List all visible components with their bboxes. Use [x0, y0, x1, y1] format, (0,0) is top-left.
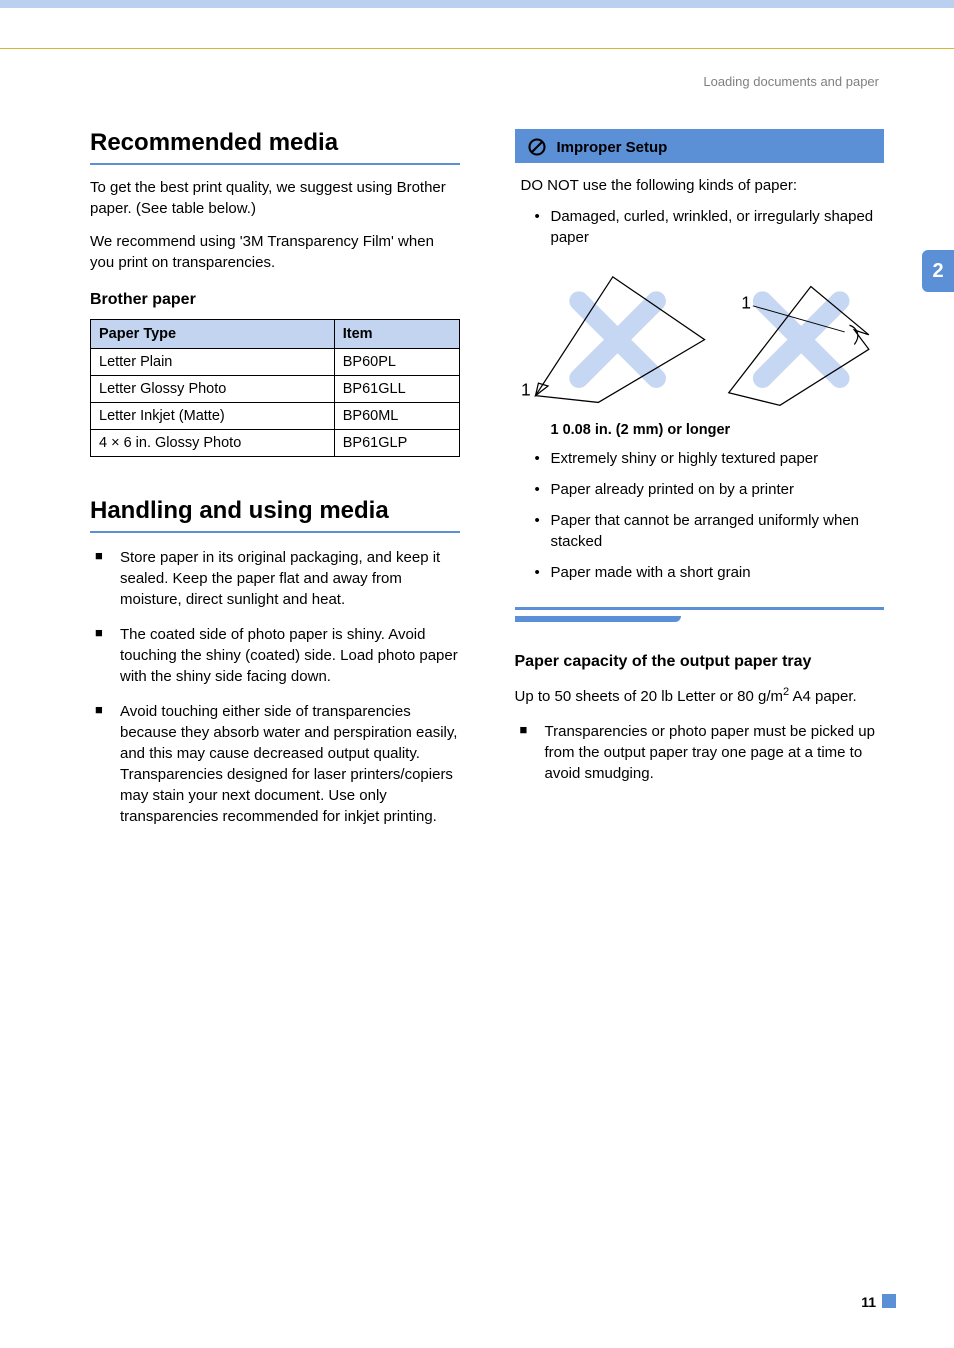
- box-footer-accent: [515, 616, 681, 622]
- diagram-caption: 1 0.08 in. (2 mm) or longer: [521, 422, 879, 438]
- page-number: 11: [861, 1294, 876, 1310]
- table-header: Paper Type: [91, 320, 335, 349]
- table-row: 4 × 6 in. Glossy Photo BP61GLP: [91, 430, 460, 457]
- capacity-text: Up to 50 sheets of 20 lb Letter or 80 g/…: [515, 685, 885, 707]
- list-item: The coated side of photo paper is shiny.…: [92, 624, 460, 687]
- table-cell: Letter Plain: [91, 349, 335, 376]
- improper-first-bullet: Damaged, curled, wrinkled, or irregularl…: [521, 206, 879, 248]
- improper-setup-box: Improper Setup DO NOT use the following …: [515, 129, 885, 610]
- paper-table: Paper Type Item Letter Plain BP60PL Lett…: [90, 319, 460, 457]
- donot-text: DO NOT use the following kinds of paper:: [521, 175, 879, 196]
- paper-diagram: 1 1 // (will be overridden by main scrip…: [521, 258, 879, 418]
- table-row: Letter Plain BP60PL: [91, 349, 460, 376]
- list-item: Extremely shiny or highly textured paper: [535, 448, 879, 469]
- section-header: Loading documents and paper: [90, 74, 884, 89]
- heading-brother-paper: Brother paper: [90, 291, 460, 309]
- improper-bullets: Extremely shiny or highly textured paper…: [521, 448, 879, 583]
- diagram-label-1-left: 1: [521, 380, 531, 400]
- list-item: Transparencies or photo paper must be pi…: [517, 721, 885, 784]
- list-item: Paper that cannot be arranged uniformly …: [535, 510, 879, 552]
- diagram-label-1-right: 1: [741, 293, 751, 313]
- table-cell: 4 × 6 in. Glossy Photo: [91, 430, 335, 457]
- table-row: Letter Inkjet (Matte) BP60ML: [91, 403, 460, 430]
- handling-list: Store paper in its original packaging, a…: [90, 547, 460, 827]
- recommended-p2: We recommend using '3M Transparency Film…: [90, 231, 460, 273]
- prohibit-icon: [527, 137, 547, 157]
- heading-paper-capacity: Paper capacity of the output paper tray: [515, 652, 885, 673]
- table-cell: Letter Glossy Photo: [91, 376, 335, 403]
- right-column: Improper Setup DO NOT use the following …: [515, 129, 885, 841]
- table-row: Letter Glossy Photo BP61GLL: [91, 376, 460, 403]
- recommended-p1: To get the best print quality, we sugges…: [90, 177, 460, 219]
- list-item: Avoid touching either side of transparen…: [92, 701, 460, 827]
- improper-setup-header: Improper Setup: [515, 131, 885, 163]
- left-column: Recommended media To get the best print …: [90, 129, 460, 841]
- list-item: Store paper in its original packaging, a…: [92, 547, 460, 610]
- table-header: Item: [334, 320, 459, 349]
- table-cell: BP60PL: [334, 349, 459, 376]
- table-cell: BP60ML: [334, 403, 459, 430]
- table-cell: Letter Inkjet (Matte): [91, 403, 335, 430]
- table-cell: BP61GLP: [334, 430, 459, 457]
- damaged-paper-illustration: 1 1: [521, 272, 879, 407]
- table-cell: BP61GLL: [334, 376, 459, 403]
- page-flag: [882, 1294, 896, 1308]
- list-item: Paper made with a short grain: [535, 562, 879, 583]
- improper-setup-title: Improper Setup: [557, 139, 668, 156]
- heading-recommended-media: Recommended media: [90, 129, 460, 165]
- top-bar: [0, 0, 954, 8]
- capacity-list: Transparencies or photo paper must be pi…: [515, 721, 885, 784]
- list-item: Damaged, curled, wrinkled, or irregularl…: [535, 206, 879, 248]
- list-item: Paper already printed on by a printer: [535, 479, 879, 500]
- heading-handling-media: Handling and using media: [90, 497, 460, 533]
